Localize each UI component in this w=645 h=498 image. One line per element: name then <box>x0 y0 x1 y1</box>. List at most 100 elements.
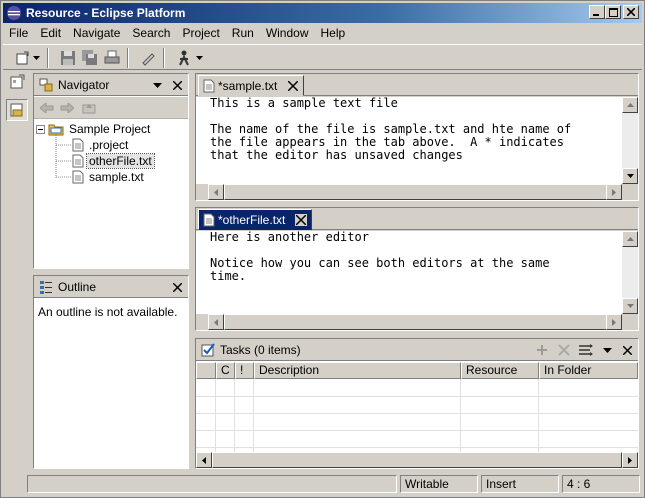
scroll-up-button[interactable] <box>622 97 638 113</box>
column-header-completed[interactable]: C <box>216 362 235 379</box>
text-line: Notice how you can see both editors at t… <box>210 256 550 270</box>
resource-perspective-button[interactable] <box>6 99 28 121</box>
column-header-in-folder[interactable]: In Folder <box>539 362 638 379</box>
menu-run[interactable]: Run <box>226 24 260 42</box>
arrow-down-icon <box>626 174 634 178</box>
chevron-down-icon <box>195 56 203 60</box>
run-button[interactable] <box>176 48 196 68</box>
col-line <box>460 379 461 452</box>
vertical-scrollbar[interactable] <box>622 231 638 314</box>
tree-item-project[interactable]: Sample Project <box>36 121 152 137</box>
delete-task-button[interactable] <box>556 343 572 357</box>
close-window-button[interactable] <box>623 5 639 19</box>
editor-text-area[interactable]: Here is another editor Notice how you can… <box>208 231 622 314</box>
horizontal-scrollbar[interactable] <box>208 184 622 200</box>
close-tab-button[interactable] <box>287 80 299 92</box>
minimize-button[interactable] <box>589 5 605 19</box>
forward-button[interactable] <box>58 100 76 116</box>
eclipse-app-icon <box>7 6 21 20</box>
scroll-left-button[interactable] <box>208 314 224 330</box>
tree-item-file[interactable]: .project <box>72 137 130 153</box>
vertical-scrollbar[interactable] <box>622 97 638 184</box>
save-all-button[interactable] <box>80 48 100 68</box>
editor-sample: *sample.txt This is a sample text file Th… <box>195 73 639 201</box>
tasks-panel: Tasks (0 items) C ! Description Resource <box>195 338 639 469</box>
row-line <box>196 396 638 397</box>
horizontal-scrollbar[interactable] <box>208 314 622 330</box>
menu-file[interactable]: File <box>3 24 34 42</box>
minimize-icon <box>593 14 599 16</box>
scroll-right-button[interactable] <box>622 452 638 468</box>
menu-search[interactable]: Search <box>126 24 176 42</box>
save-all-icon <box>82 50 97 65</box>
tree-item-file[interactable]: otherFile.txt <box>72 153 155 169</box>
navigator-title: Navigator <box>58 77 110 92</box>
new-task-button[interactable] <box>534 343 550 357</box>
open-perspective-icon <box>10 74 25 89</box>
toolbar-separator <box>47 48 49 68</box>
print-icon <box>104 50 120 64</box>
menu-project[interactable]: Project <box>176 24 225 42</box>
scroll-thumb[interactable] <box>224 314 616 330</box>
column-header-blank[interactable] <box>196 362 216 379</box>
close-icon <box>172 282 182 292</box>
up-button[interactable] <box>80 100 98 116</box>
close-tab-button[interactable] <box>295 213 308 226</box>
scroll-thumb[interactable] <box>224 184 616 200</box>
horizontal-scrollbar[interactable] <box>196 452 638 468</box>
tree-item-label: Sample Project <box>69 122 151 136</box>
editor-otherfile: *otherFile.txt Here is another editor Not… <box>195 207 639 331</box>
maximize-button[interactable] <box>605 5 621 19</box>
back-button[interactable] <box>38 100 56 116</box>
menu-edit[interactable]: Edit <box>34 24 67 42</box>
save-button[interactable] <box>58 48 78 68</box>
column-header-description[interactable]: Description <box>254 362 461 379</box>
navigator-toolbar <box>34 97 188 119</box>
scroll-right-button[interactable] <box>606 184 622 200</box>
close-navigator-button[interactable] <box>170 78 184 92</box>
scroll-down-button[interactable] <box>622 298 638 314</box>
chevron-down-icon <box>152 82 162 88</box>
text-file-icon <box>72 154 84 168</box>
print-button[interactable] <box>102 48 122 68</box>
title-bar[interactable]: Resource - Eclipse Platform <box>3 3 642 23</box>
tab-otherfile-txt[interactable]: *otherFile.txt <box>198 209 313 230</box>
column-header-priority[interactable]: ! <box>235 362 254 379</box>
status-writable: Writable <box>400 475 478 493</box>
scroll-right-button[interactable] <box>606 314 622 330</box>
tree-item-file[interactable]: sample.txt <box>72 169 146 185</box>
menu-help[interactable]: Help <box>315 24 352 42</box>
forward-arrow-icon <box>60 103 74 113</box>
row-line <box>196 413 638 414</box>
run-dropdown-button[interactable] <box>194 48 204 68</box>
editor-text-area[interactable]: This is a sample text file The name of th… <box>208 97 622 184</box>
status-message <box>27 475 397 493</box>
column-header-resource[interactable]: Resource <box>461 362 539 379</box>
scroll-down-button[interactable] <box>622 168 638 184</box>
editor-gutter <box>196 231 208 314</box>
close-icon <box>288 80 299 91</box>
filter-tasks-button[interactable] <box>578 343 594 357</box>
arrow-right-icon <box>612 188 616 196</box>
menu-navigate[interactable]: Navigate <box>67 24 126 42</box>
view-menu-button[interactable] <box>600 343 614 357</box>
close-tasks-button[interactable] <box>620 343 634 357</box>
view-menu-button[interactable] <box>150 78 164 92</box>
collapse-icon[interactable] <box>36 124 45 134</box>
close-outline-button[interactable] <box>170 280 184 294</box>
navigator-header: Navigator <box>34 74 188 96</box>
scroll-up-button[interactable] <box>622 231 638 247</box>
marker-button[interactable] <box>138 48 158 68</box>
menu-window[interactable]: Window <box>260 24 315 42</box>
new-dropdown-button[interactable] <box>31 48 41 68</box>
new-wizard-button[interactable] <box>13 48 33 68</box>
tab-sample-txt[interactable]: *sample.txt <box>198 75 305 96</box>
scroll-thumb[interactable] <box>212 452 622 468</box>
scroll-left-button[interactable] <box>196 452 212 468</box>
delete-icon <box>558 344 570 356</box>
toolbar-separator <box>127 48 129 68</box>
outline-icon <box>38 279 54 295</box>
scroll-left-button[interactable] <box>208 184 224 200</box>
open-perspective-button[interactable] <box>6 71 28 93</box>
shortcut-bar <box>3 71 29 469</box>
